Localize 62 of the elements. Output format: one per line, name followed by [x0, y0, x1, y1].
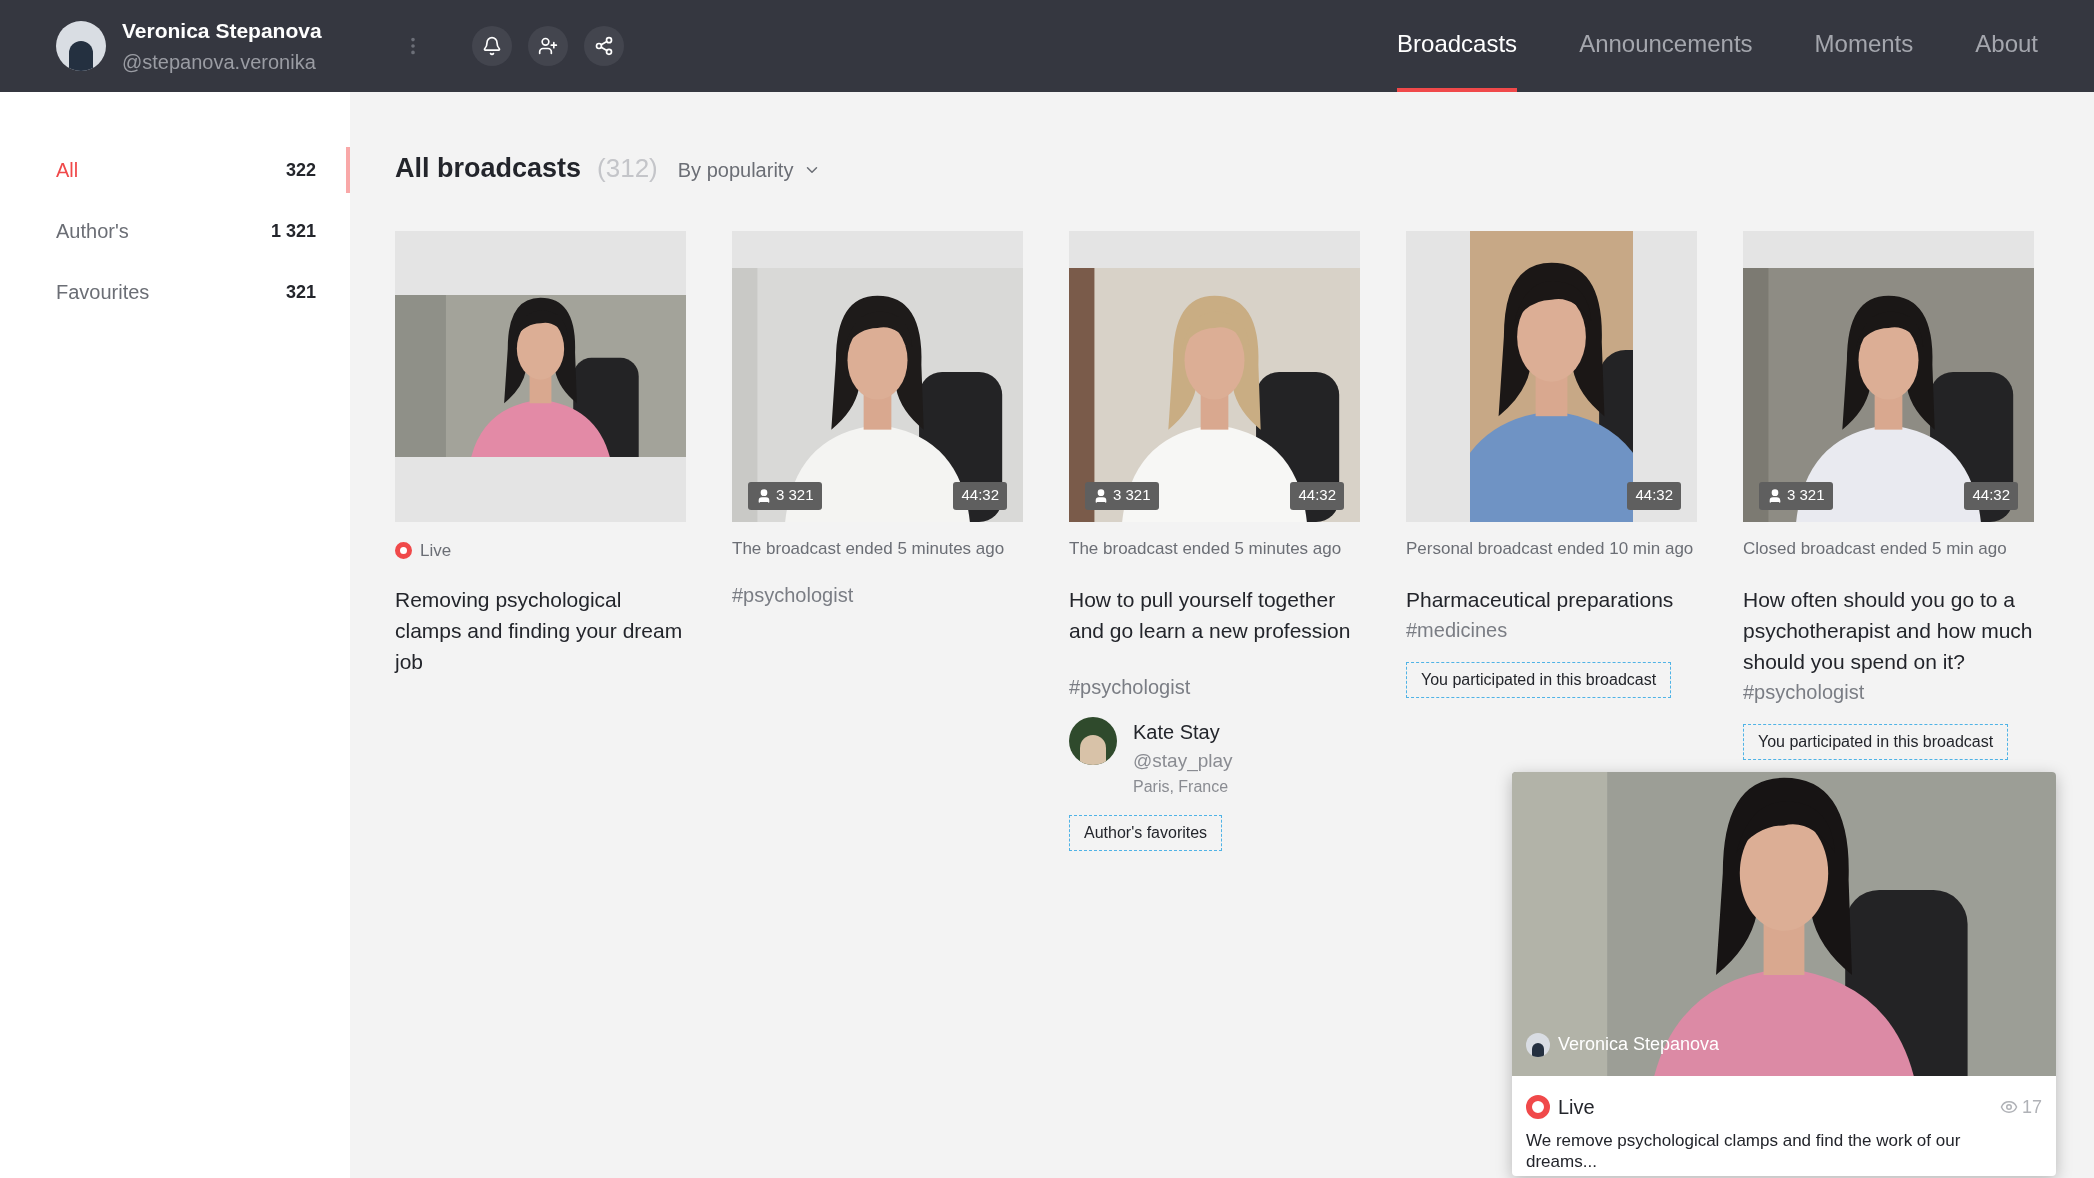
broadcast-title[interactable]: Pharmaceutical preparations — [1406, 583, 1697, 615]
nav-tab[interactable]: About — [1975, 0, 2038, 92]
hashtag[interactable]: #medicines — [1406, 614, 1697, 646]
tag-label: Author's favorites — [1069, 815, 1223, 851]
person-icon — [1093, 487, 1109, 504]
viewers-badge: 3 321 — [748, 481, 822, 510]
sidebar-item[interactable]: Author's 1 321 — [0, 208, 350, 254]
author-handle: @stay_play — [1133, 748, 1233, 774]
hashtag[interactable]: #psychologist — [1743, 676, 2034, 708]
view-count: 17 — [2021, 1095, 2042, 1119]
viewers-badge: 3 321 — [1085, 481, 1159, 510]
item-count: 322 — [285, 158, 316, 182]
bell-icon — [482, 36, 502, 56]
video-thumbnail[interactable]: 3 321 44:32 — [1069, 230, 1360, 522]
hashtag[interactable]: #psychologist — [732, 579, 1023, 611]
hashtag[interactable]: #psychologist — [1069, 671, 1360, 703]
status-text: Closed broadcast ended 5 min ago — [1743, 537, 2008, 559]
page-title: All broadcasts — [395, 152, 582, 185]
video-thumbnail[interactable]: 3 321 44:32 — [1743, 230, 2034, 522]
status-text: Personal broadcast ended 10 min ago — [1406, 537, 1695, 559]
person-icon — [1767, 487, 1783, 504]
status-text: Live — [420, 539, 452, 562]
video-player-popup[interactable]: Veronica Stepanova Live 17 We remove psychological clamps and find the work of our dreams... — [1512, 772, 2056, 1176]
profile-handle: @stepanova.veronika — [122, 49, 317, 75]
share-icon — [594, 36, 614, 56]
broadcast-title[interactable]: Removing psychological clamps and finding your dream job — [395, 583, 686, 677]
profile-name: Veronica Stepanova — [122, 18, 323, 45]
person-icon — [756, 487, 772, 504]
tag-label: You participated in this broadcast — [1406, 661, 1672, 698]
duration-badge: 44:32 — [1627, 481, 1681, 510]
status-text: Live — [1558, 1095, 1595, 1120]
author-location: Paris, France — [1133, 777, 1230, 797]
sidebar-item[interactable]: All 322 — [0, 147, 350, 193]
nav-tab[interactable]: Broadcasts — [1397, 0, 1518, 92]
video-thumbnail[interactable]: 3 321 44:32 — [732, 230, 1023, 522]
eye-icon — [1999, 1098, 2018, 1116]
sidebar-item[interactable]: Favourites 321 — [0, 269, 350, 315]
item-count: 321 — [285, 280, 316, 304]
video-thumbnail[interactable]: 44:32 — [1406, 230, 1697, 522]
avatar[interactable] — [1069, 716, 1117, 765]
add-user-button[interactable] — [528, 26, 568, 66]
broadcast-description: We remove psychological clamps and find the work of our dreams... — [1526, 1130, 1962, 1172]
duration-badge: 44:32 — [1290, 481, 1344, 510]
duration-badge: 44:32 — [1964, 481, 2018, 510]
status-text: The broadcast ended 5 minutes ago — [732, 537, 1006, 559]
author-name: Veronica Stepanova — [1558, 1033, 1720, 1056]
video-thumbnail[interactable] — [395, 230, 686, 522]
nav-tab[interactable]: Moments — [1814, 0, 1914, 92]
duration-badge: 44:32 — [953, 481, 1007, 510]
share-button[interactable] — [584, 26, 624, 66]
tag-label: You participated in this broadcast — [1743, 723, 2009, 760]
item-count: 1 321 — [270, 219, 316, 243]
add-user-icon — [538, 36, 558, 56]
avatar[interactable] — [56, 21, 106, 71]
viewers-badge: 3 321 — [1759, 481, 1833, 510]
bell-button[interactable] — [472, 26, 512, 66]
nav-tab[interactable]: Announcements — [1579, 0, 1753, 92]
status-text: The broadcast ended 5 minutes ago — [1069, 537, 1343, 559]
broadcast-title[interactable]: How often should you go to a psychotherapist and how much should you spend on it? — [1743, 583, 2034, 677]
broadcast-title[interactable]: How to pull yourself together and go learn a new profession — [1069, 583, 1360, 646]
sort-dropdown[interactable]: By popularity — [677, 155, 822, 185]
author-name[interactable]: Kate Stay — [1133, 716, 1233, 747]
